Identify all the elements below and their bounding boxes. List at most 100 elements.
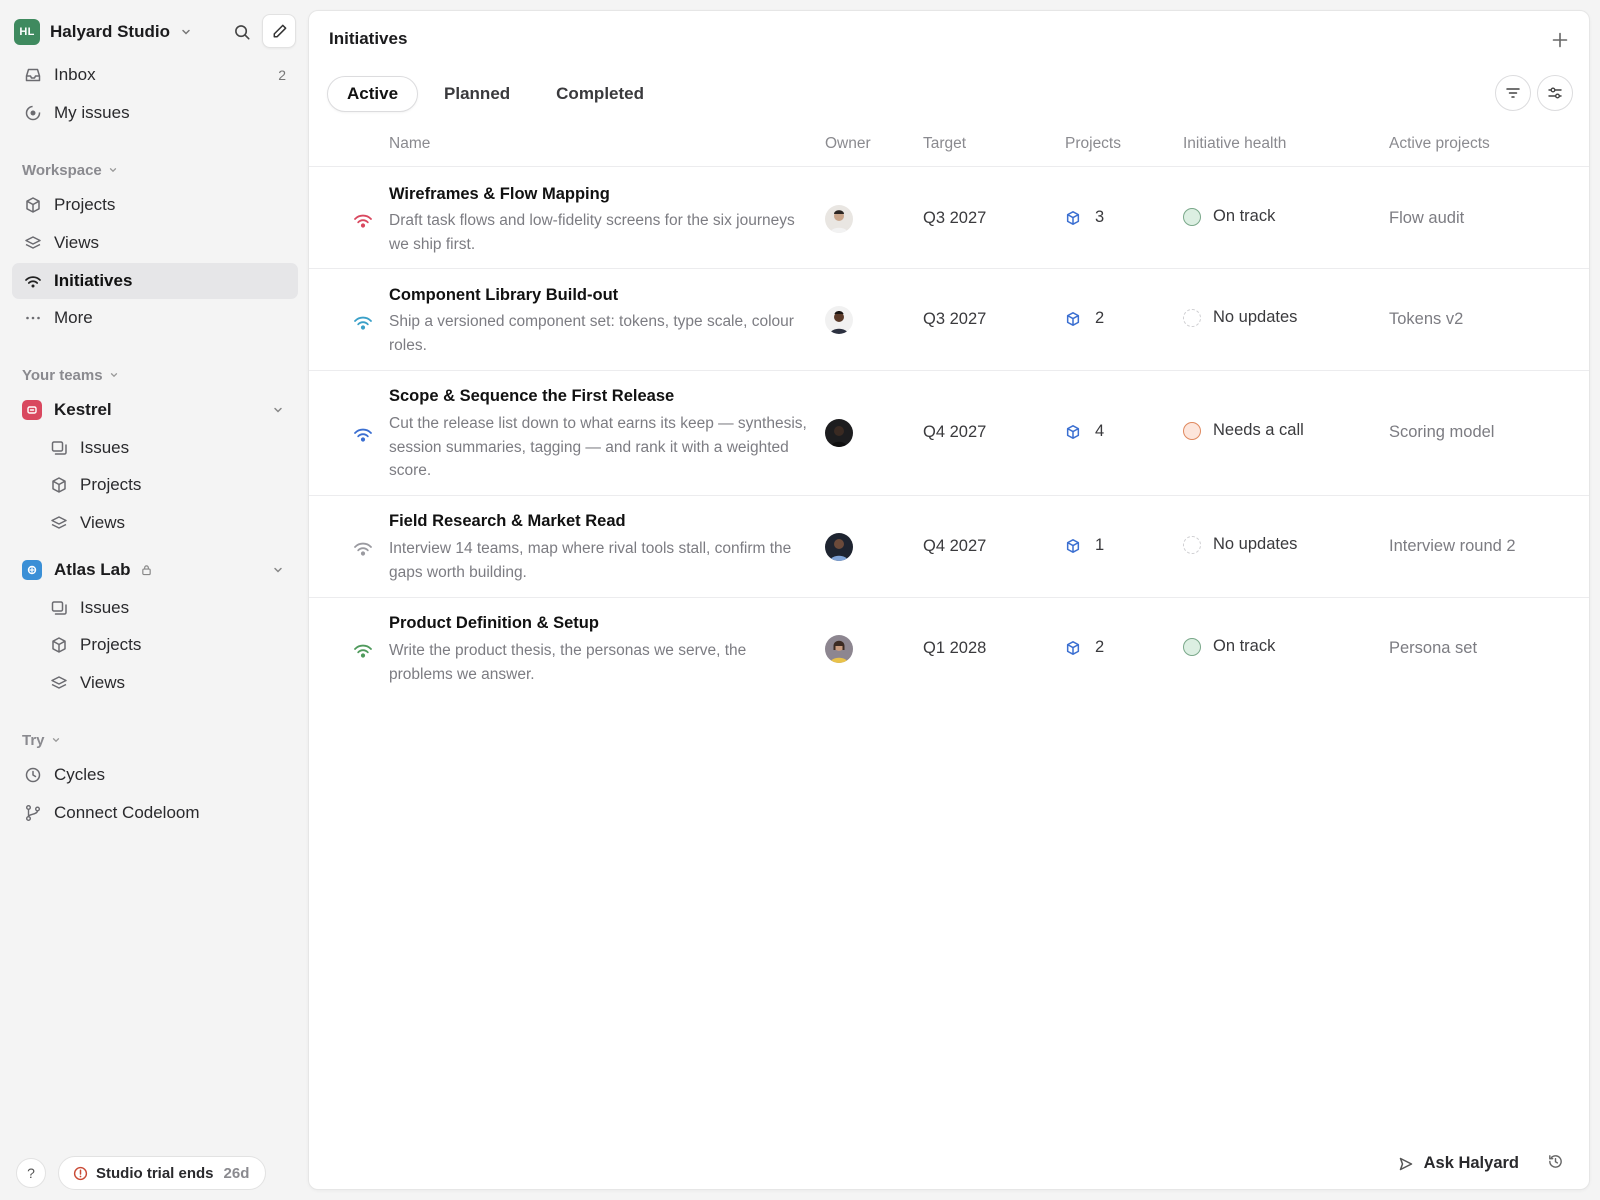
active-project[interactable]: Interview round 2: [1389, 537, 1516, 556]
column-active-projects[interactable]: Active projects: [1389, 133, 1490, 155]
workspace-header[interactable]: HL Halyard Studio: [14, 14, 296, 50]
health-label: No updates: [1213, 308, 1298, 326]
tab-completed[interactable]: Completed: [536, 76, 664, 112]
chevron-down-icon: [272, 404, 284, 416]
nav-initiatives[interactable]: Initiatives: [12, 263, 298, 299]
plus-icon[interactable]: [1547, 27, 1573, 53]
help-button[interactable]: ?: [16, 1158, 46, 1188]
active-project[interactable]: Flow audit: [1389, 209, 1464, 228]
filter-button[interactable]: [1495, 75, 1531, 111]
display-options-button[interactable]: [1537, 75, 1573, 111]
nav-inbox[interactable]: Inbox 2: [12, 57, 298, 93]
initiative-name[interactable]: Component Library Build-out: [389, 286, 618, 305]
kestrel-views[interactable]: Views: [12, 505, 298, 541]
initiative-health[interactable]: On track: [1183, 207, 1275, 226]
active-project[interactable]: Persona set: [1389, 639, 1477, 658]
lock-icon: [141, 564, 152, 576]
initiative-row[interactable]: Product Definition & Setup Write the pro…: [309, 598, 1589, 698]
health-status-icon: [1183, 421, 1201, 440]
nav-cycles[interactable]: Cycles: [12, 757, 298, 793]
cube-icon: [1065, 640, 1081, 656]
atlas-views[interactable]: Views: [12, 665, 298, 701]
history-icon[interactable]: [1543, 1149, 1567, 1173]
chevron-down-icon: [108, 165, 118, 175]
initiative-row[interactable]: Wireframes & Flow Mapping Draft task flo…: [309, 167, 1589, 269]
initiative-name[interactable]: Scope & Sequence the First Release: [389, 387, 674, 406]
initiative-projects[interactable]: 1: [1065, 536, 1104, 555]
initiative-description: Write the product thesis, the personas w…: [389, 642, 747, 683]
compose-icon[interactable]: [262, 14, 296, 48]
initiative-projects[interactable]: 3: [1065, 208, 1104, 227]
nav-projects[interactable]: Projects: [12, 187, 298, 223]
column-owner[interactable]: Owner: [825, 133, 871, 155]
active-project[interactable]: Tokens v2: [1389, 310, 1463, 329]
avatar[interactable]: [825, 306, 853, 334]
initiative-projects[interactable]: 4: [1065, 422, 1104, 441]
initiative-projects[interactable]: 2: [1065, 638, 1104, 657]
nav-connect-codeloom-label: Connect Codeloom: [54, 803, 200, 822]
column-projects[interactable]: Projects: [1065, 133, 1121, 155]
initiative-row[interactable]: Field Research & Market Read Interview 1…: [309, 496, 1589, 598]
section-your-teams[interactable]: Your teams: [22, 364, 119, 386]
atlas-projects[interactable]: Projects: [12, 627, 298, 663]
search-icon[interactable]: [228, 18, 256, 46]
kestrel-issues[interactable]: Issues: [12, 430, 298, 466]
project-count: 1: [1095, 536, 1105, 554]
trial-banner[interactable]: Studio trial ends 26d: [58, 1156, 267, 1190]
health-label: Needs a call: [1213, 421, 1304, 439]
column-health[interactable]: Initiative health: [1183, 133, 1286, 155]
ask-label: Ask Halyard: [1423, 1154, 1519, 1172]
send-icon: [1398, 1156, 1414, 1172]
tab-planned[interactable]: Planned: [424, 76, 530, 112]
nav-views-label: Views: [54, 233, 100, 252]
nav-views[interactable]: Views: [12, 225, 298, 261]
avatar[interactable]: [825, 205, 853, 233]
cube-icon: [50, 476, 68, 494]
cube-icon: [1065, 210, 1081, 226]
health-status-icon: [1183, 308, 1201, 327]
layers-icon: [50, 514, 68, 532]
avatar[interactable]: [825, 419, 853, 447]
initiative-health[interactable]: No updates: [1183, 535, 1297, 554]
project-count: 4: [1095, 422, 1105, 440]
health-status-icon: [1183, 535, 1201, 554]
initiative-health[interactable]: Needs a call: [1183, 421, 1304, 440]
trial-days: 26d: [223, 1164, 250, 1182]
initiative-name[interactable]: Field Research & Market Read: [389, 512, 626, 531]
initiative-health[interactable]: On track: [1183, 637, 1275, 656]
active-project[interactable]: Scoring model: [1389, 423, 1494, 442]
workspace-logo: HL: [14, 19, 40, 45]
ask-button[interactable]: Ask Halyard: [1398, 1154, 1519, 1173]
initiative-row[interactable]: Component Library Build-out Ship a versi…: [309, 269, 1589, 371]
clock-icon: [24, 766, 42, 784]
initiative-name[interactable]: Wireframes & Flow Mapping: [389, 185, 610, 204]
kestrel-views-label: Views: [80, 513, 126, 532]
nav-initiatives-label: Initiatives: [54, 271, 133, 290]
kestrel-projects[interactable]: Projects: [12, 467, 298, 503]
nav-connect-codeloom[interactable]: Connect Codeloom: [12, 795, 298, 831]
team-kestrel[interactable]: Kestrel: [12, 393, 298, 427]
section-try[interactable]: Try: [22, 729, 61, 751]
column-target[interactable]: Target: [923, 133, 966, 155]
section-workspace[interactable]: Workspace: [22, 159, 118, 181]
avatar[interactable]: [825, 635, 853, 663]
column-name[interactable]: Name: [389, 133, 430, 155]
initiative-target: Q3 2027: [923, 310, 987, 328]
initiative-name[interactable]: Product Definition & Setup: [389, 614, 599, 633]
initiative-health[interactable]: No updates: [1183, 308, 1297, 327]
project-count: 2: [1095, 638, 1105, 656]
team-atlas-lab[interactable]: Atlas Lab: [12, 553, 298, 587]
nav-more[interactable]: More: [12, 300, 298, 336]
initiative-target: Q1 2028: [923, 639, 987, 657]
initiative-target: Q4 2027: [923, 423, 987, 441]
initiative-row[interactable]: Scope & Sequence the First Release Cut t…: [309, 371, 1589, 496]
avatar[interactable]: [825, 533, 853, 561]
initiative-description: Ship a versioned component set: tokens, …: [389, 313, 794, 354]
initiative-projects[interactable]: 2: [1065, 309, 1104, 328]
git-branch-icon: [24, 804, 42, 822]
nav-my-issues[interactable]: My issues: [12, 95, 298, 131]
tab-active[interactable]: Active: [327, 76, 419, 112]
atlas-issues[interactable]: Issues: [12, 590, 298, 626]
initiative-signal-icon: [354, 316, 372, 330]
cube-icon: [1065, 424, 1081, 440]
